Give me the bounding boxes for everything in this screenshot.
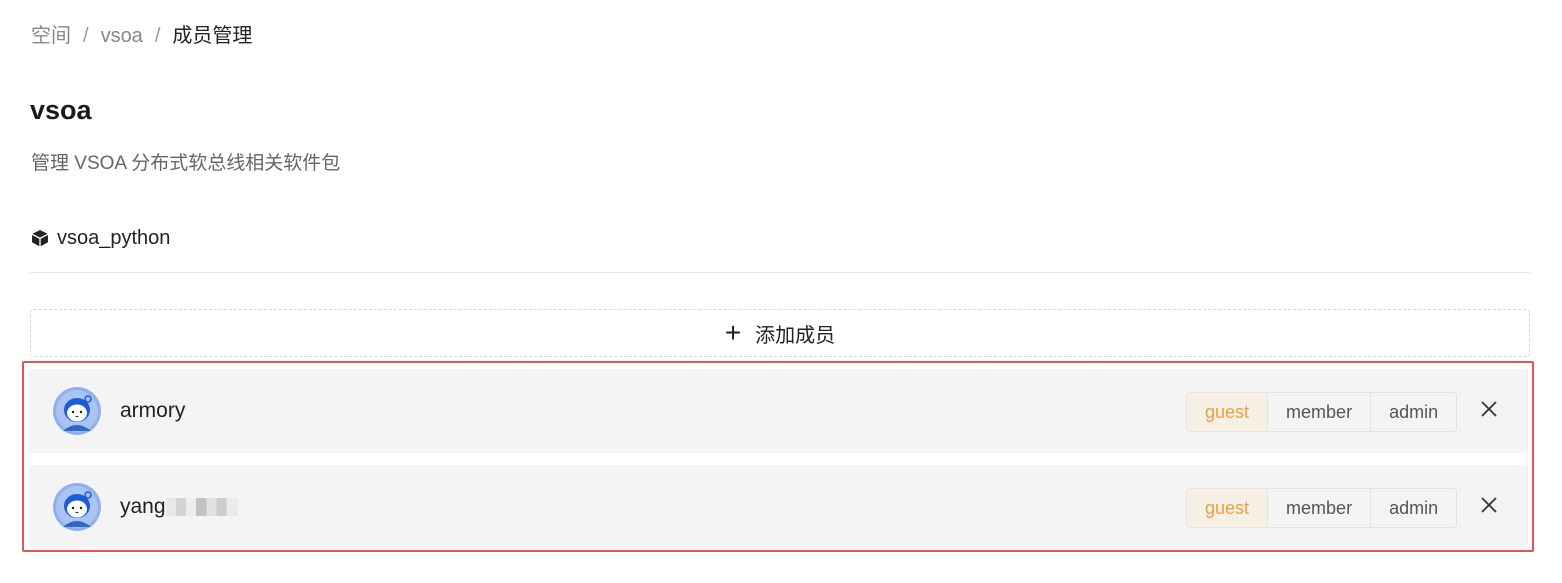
member-management-page: 空间 / vsoa / 成员管理 vsoa 管理 VSOA 分布式软总线相关软件…	[0, 0, 1562, 583]
role-selector: guest member admin	[1186, 488, 1458, 528]
member-name: armory	[120, 399, 186, 422]
role-selector: guest member admin	[1186, 392, 1458, 432]
role-member-button[interactable]: member	[1268, 489, 1372, 527]
role-guest-button[interactable]: guest	[1187, 489, 1269, 527]
package-cube-icon	[31, 229, 49, 247]
member-row: armory guest member admin	[30, 369, 1528, 453]
member-row: yang guest member admin	[30, 465, 1528, 549]
breadcrumb-vsoa[interactable]: vsoa	[101, 22, 143, 50]
breadcrumb-separator: /	[83, 25, 89, 47]
page-title: vsoa	[30, 95, 92, 125]
package-link[interactable]: vsoa_python	[31, 224, 170, 252]
member-name-text: yang	[120, 495, 166, 518]
space-description: 管理 VSOA 分布式软总线相关软件包	[31, 153, 341, 174]
plus-icon: +	[724, 317, 742, 348]
role-member-button[interactable]: member	[1268, 393, 1372, 431]
member-name: yang	[120, 493, 238, 521]
role-admin-button[interactable]: admin	[1371, 489, 1457, 527]
close-icon[interactable]	[1478, 398, 1500, 420]
breadcrumb-current: 成员管理	[172, 25, 253, 47]
breadcrumb-space[interactable]: 空间	[31, 22, 71, 50]
breadcrumb: 空间 / vsoa / 成员管理	[31, 22, 252, 50]
redacted-patch	[165, 498, 238, 517]
role-admin-button[interactable]: admin	[1371, 393, 1457, 431]
package-name: vsoa_python	[57, 227, 171, 249]
close-icon[interactable]	[1478, 494, 1500, 516]
role-guest-button[interactable]: guest	[1187, 393, 1269, 431]
avatar-icon	[53, 483, 101, 531]
breadcrumb-separator: /	[154, 25, 161, 47]
divider	[30, 272, 1530, 273]
add-member-button[interactable]: + 添加成员	[30, 309, 1530, 357]
add-member-label: 添加成员	[755, 324, 836, 347]
avatar-icon	[53, 387, 101, 435]
